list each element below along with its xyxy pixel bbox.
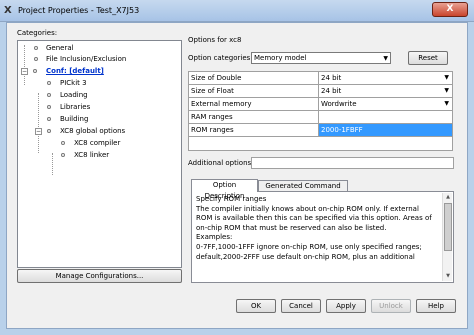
scroll-up-icon[interactable]: ▲ [443,193,453,202]
apply-button[interactable]: Apply [326,299,366,313]
tree-item-building[interactable]: Building [60,115,88,124]
tree-guide [38,93,39,153]
tree-node-icon [47,93,51,97]
tree-item-pickit3[interactable]: PICkit 3 [60,79,87,88]
dialog-body: Categories: General File Inclusion/Exclu… [6,22,468,329]
tree-item-loading[interactable]: Loading [60,91,88,100]
option-key: ROM ranges [189,124,319,136]
option-row[interactable]: External memory Wordwrite ▼ [189,98,452,111]
additional-options-input[interactable] [251,157,454,169]
tree-item-libraries[interactable]: Libraries [60,103,90,112]
description-text: Specify ROM ranges The compiler initiall… [196,195,438,281]
cancel-button[interactable]: Cancel [281,299,321,313]
scroll-down-icon[interactable]: ▼ [443,272,453,281]
tree-item-general[interactable]: General [46,44,74,53]
categories-tree: General File Inclusion/Exclusion − Conf:… [17,40,182,268]
description-line: default,2000-2FFF use default on-chip RO… [196,252,415,261]
option-row[interactable]: RAM ranges [189,111,452,124]
description-line: 0-7FF,1000-1FFF ignore on-chip ROM, use … [196,242,422,251]
option-row[interactable]: ROM ranges 2000-1FBFF [189,124,452,137]
options-grid: Size of Double 24 bit ▼ Size of Float 24… [188,71,453,151]
tree-item-xc8-global[interactable]: XC8 global options [60,127,125,136]
option-key: External memory [189,98,319,110]
description-scrollbar[interactable]: ▲ ▼ [442,193,452,281]
chevron-down-icon: ▼ [444,100,449,107]
option-key: Size of Float [189,85,319,97]
option-categories-value: Memory model [254,54,307,62]
option-key: Size of Double [189,72,319,84]
option-categories-select[interactable]: Memory model ▼ [251,52,391,64]
description-line: ROM is available then this can be specif… [196,214,432,223]
tree-node-icon [47,81,51,85]
help-button[interactable]: Help [416,299,456,313]
description-line: on-chip ROM that must be reserved can al… [196,223,387,232]
option-value-text: 24 bit [321,74,342,82]
tree-item-conf-default[interactable]: Conf: [default] [46,67,104,76]
option-value[interactable]: 24 bit ▼ [319,85,452,97]
collapse-icon[interactable]: − [21,68,28,75]
option-value[interactable] [319,111,452,123]
title-bar: X Project Properties - Test_X7J53 X [0,0,474,22]
close-icon[interactable]: X [432,2,468,17]
option-value-text: Wordwrite [321,100,357,108]
chevron-down-icon: ▼ [444,87,449,94]
chevron-down-icon: ▼ [444,74,449,81]
chevron-down-icon: ▼ [383,55,388,62]
option-description-pane: Specify ROM ranges The compiler initiall… [191,191,454,283]
tree-item-xc8-compiler[interactable]: XC8 compiler [74,139,120,148]
tab-option-description[interactable]: Option Description [191,179,258,200]
tree-node-icon [34,46,38,50]
tree-guide [52,153,53,175]
option-value-selected[interactable]: 2000-1FBFF [319,124,452,136]
tree-node-icon [34,57,38,61]
options-header: Options for xc8 [188,36,242,44]
tree-node-icon [61,153,65,157]
tree-item-xc8-linker[interactable]: XC8 linker [74,151,109,160]
ok-button[interactable]: OK [236,299,276,313]
reset-button[interactable]: Reset [408,51,448,65]
additional-options-label: Additional options: [188,159,254,167]
description-line: Examples: [196,233,233,242]
tree-node-icon [61,141,65,145]
categories-label: Categories: [17,29,58,37]
option-categories-label: Option categories: [188,54,253,62]
x-logo-icon: X [4,5,12,16]
tree-node-icon [33,69,37,73]
tree-node-icon [47,129,51,133]
window-title: Project Properties - Test_X7J53 [18,6,140,15]
option-key: RAM ranges [189,111,319,123]
option-value[interactable]: Wordwrite ▼ [319,98,452,110]
tree-node-icon [47,117,51,121]
tree-item-file-inclusion[interactable]: File Inclusion/Exclusion [46,55,126,64]
tree-guide [24,45,25,85]
description-line: The compiler initially knows about on-ch… [196,204,419,213]
option-value-text: 24 bit [321,87,342,95]
collapse-icon[interactable]: − [35,128,42,135]
scroll-thumb[interactable] [444,203,452,251]
tree-node-icon [47,105,51,109]
unlock-button[interactable]: Unlock [371,299,411,313]
option-row[interactable]: Size of Double 24 bit ▼ [189,72,452,85]
option-value[interactable]: 24 bit ▼ [319,72,452,84]
manage-configurations-button[interactable]: Manage Configurations... [17,269,182,283]
option-row[interactable]: Size of Float 24 bit ▼ [189,85,452,98]
